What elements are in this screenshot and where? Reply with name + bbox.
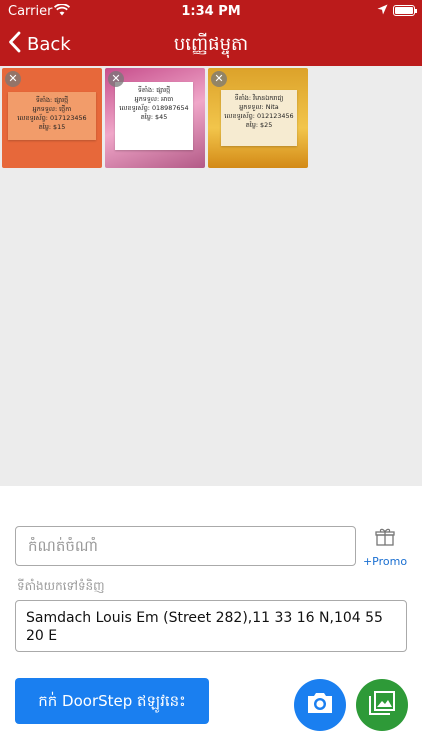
status-bar: Carrier 1:34 PM — [0, 0, 422, 22]
photo-area: ទីតាំង: ផ្សារថ្មី អ្នកទទួល: ថ្ញើកា លេខទូ… — [0, 66, 422, 486]
gift-icon — [361, 528, 409, 550]
book-doorstep-button[interactable]: កក់ DoorStep ឥឡូវនេះ — [15, 678, 209, 724]
photo-line: តម្លៃ: $25 — [245, 121, 273, 129]
image-icon — [368, 690, 396, 720]
remark-field[interactable] — [15, 526, 356, 566]
photo-line: លេខទូរស័ព្ទ: 018987654 — [119, 104, 189, 112]
photo-thumbnail[interactable]: ទីតាំង: ផ្សារថ្មី អ្នកទទួល: អាចា លេខទូរស… — [105, 68, 205, 168]
package-label-card: ទីតាំង: ផ្សារថ្មី អ្នកទទួល: អាចា លេខទូរស… — [115, 82, 193, 150]
photo-line: ទីតាំង: ផ្សារថ្មី — [137, 86, 171, 94]
photo-list: ទីតាំង: ផ្សារថ្មី អ្នកទទួល: ថ្ញើកា លេខទូ… — [2, 68, 308, 168]
photo-line: លេខទូរស័ព្ទ: 017123456 — [17, 114, 87, 122]
photo-line: ទីតាំង: ផ្សារថ្មី — [35, 96, 69, 104]
photo-line: លេខទូរស័ព្ទ: 012123456 — [224, 112, 294, 120]
location-arrow-icon — [377, 4, 388, 19]
header: Carrier 1:34 PM Back បញ្ញើផម្ចុតា — [0, 0, 422, 66]
camera-icon — [305, 691, 335, 719]
pickup-address-field[interactable]: Samdach Louis Em (Street 282),11 33 16 N… — [15, 600, 407, 652]
close-icon[interactable]: ✕ — [211, 71, 227, 87]
close-icon[interactable]: ✕ — [5, 71, 21, 87]
nav-bar: Back បញ្ញើផម្ចុតា — [0, 22, 422, 66]
photo-line: តម្លៃ: $15 — [38, 123, 66, 131]
photo-line: អ្នកទទួល: Nita — [239, 103, 279, 111]
camera-button[interactable] — [294, 679, 346, 731]
gallery-button[interactable] — [356, 679, 408, 731]
photo-line: អ្នកទទួល: អាចា — [134, 95, 174, 103]
photo-thumbnail[interactable]: ទីតាំង: វិមានឯករាជ្យ អ្នកទទួល: Nita លេខទ… — [208, 68, 308, 168]
battery-icon — [393, 5, 417, 16]
promo-label: +Promo — [362, 555, 408, 568]
address-label: ទីតាំងយកទៅទំនិញ — [17, 579, 105, 593]
promo-button[interactable]: +Promo — [361, 528, 409, 568]
order-form: +Promo ទីតាំងយកទៅទំនិញ Samdach Louis Em … — [0, 486, 422, 750]
photo-thumbnail[interactable]: ទីតាំង: ផ្សារថ្មី អ្នកទទួល: ថ្ញើកា លេខទូ… — [2, 68, 102, 168]
photo-line: តម្លៃ: $45 — [140, 113, 168, 121]
remark-input[interactable] — [16, 527, 355, 565]
package-label-card: ទីតាំង: វិមានឯករាជ្យ អ្នកទទួល: Nita លេខទ… — [221, 90, 297, 146]
close-icon[interactable]: ✕ — [108, 71, 124, 87]
photo-line: ទីតាំង: វិមានឯករាជ្យ — [234, 94, 284, 102]
page-title: បញ្ញើផម្ចុតា — [173, 34, 249, 55]
photo-line: អ្នកទទួល: ថ្ញើកា — [32, 105, 72, 113]
clock: 1:34 PM — [181, 4, 241, 19]
package-label-card: ទីតាំង: ផ្សារថ្មី អ្នកទទួល: ថ្ញើកា លេខទូ… — [8, 92, 96, 140]
